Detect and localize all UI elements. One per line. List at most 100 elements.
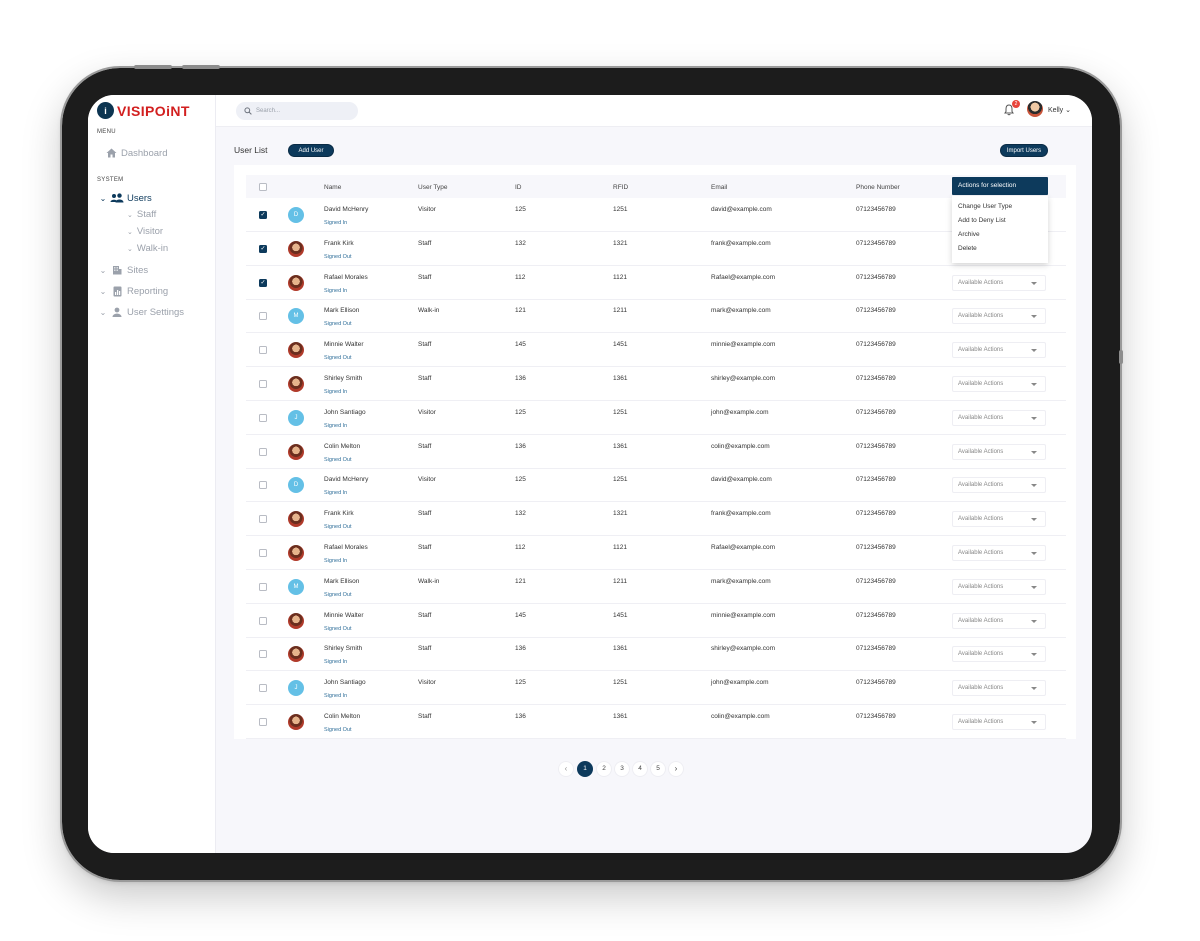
name-cell[interactable]: Mark Ellison	[324, 578, 359, 585]
bulk-actions-dropdown[interactable]: Actions for selection	[952, 177, 1048, 195]
next-page-button[interactable]: ›	[669, 762, 683, 776]
table-row[interactable]: Colin Melton Signed Out Staff 136 1361 colin@…	[246, 705, 1066, 739]
table-row[interactable]: Minnie Walter Signed Out Staff 145 1451 minni…	[246, 333, 1066, 368]
table-row[interactable]: Rafael Morales Signed In Staff 112 1121 Rafae…	[246, 536, 1066, 570]
row-checkbox[interactable]: ✓	[259, 278, 267, 287]
available-actions-select[interactable]: Available Actions	[952, 545, 1046, 561]
menu-item-change-user-type[interactable]: Change User Type	[952, 200, 1048, 214]
actions-label: Available Actions	[958, 719, 1004, 725]
name-cell[interactable]: Shirley Smith	[324, 375, 362, 382]
import-users-button[interactable]: Import Users	[1000, 144, 1048, 157]
brand-logo[interactable]: i VISIPOiNT	[97, 102, 190, 119]
available-actions-select[interactable]: Available Actions	[952, 409, 1046, 426]
name-cell[interactable]: Colin Melton	[324, 443, 360, 450]
available-actions-select[interactable]: Available Actions	[952, 680, 1046, 697]
available-actions-select[interactable]: Available Actions	[952, 477, 1046, 494]
column-header-name[interactable]: Name	[324, 184, 341, 191]
table-row[interactable]: D David McHenry Signed In Visitor 125 1251 dav…	[246, 468, 1066, 503]
search-input[interactable]: Search...	[236, 102, 358, 120]
row-checkbox[interactable]	[259, 380, 267, 388]
available-actions-select[interactable]: Available Actions	[952, 274, 1046, 291]
available-actions-select[interactable]: Available Actions	[952, 578, 1046, 595]
name-cell[interactable]: Minnie Walter	[324, 612, 364, 619]
user-menu[interactable]: Kelly ⌄	[1048, 106, 1071, 114]
table-row[interactable]: ✓ Frank Kirk Signed Out Staff 132 1321 frank@e…	[246, 232, 1066, 266]
name-cell[interactable]: Rafael Morales	[324, 274, 368, 281]
table-row[interactable]: Frank Kirk Signed Out Staff 132 1321 frank@ex…	[246, 502, 1066, 537]
table-row[interactable]: M Mark Ellison Signed Out Walk-in 121 1211 mar…	[246, 570, 1066, 604]
row-checkbox[interactable]	[259, 346, 267, 355]
name-cell[interactable]: John Santiago	[324, 679, 366, 686]
column-header-email[interactable]: Email	[711, 184, 727, 191]
available-actions-select[interactable]: Available Actions	[952, 308, 1046, 325]
add-user-button[interactable]: Add User	[288, 144, 334, 157]
name-cell[interactable]: Rafael Morales	[324, 544, 368, 551]
row-checkbox[interactable]	[259, 650, 267, 659]
sidebar-item-sites[interactable]: ⌄ Sites	[98, 264, 148, 276]
table-row[interactable]: ✓ D David McHenry Signed In Visitor 125 1251 da…	[246, 198, 1066, 232]
name-cell[interactable]: Mark Ellison	[324, 307, 359, 314]
available-actions-select[interactable]: Available Actions	[952, 342, 1046, 359]
row-checkbox[interactable]	[259, 616, 267, 625]
menu-item-archive[interactable]: Archive	[952, 228, 1048, 242]
menu-item-add-to-deny-list[interactable]: Add to Deny List	[952, 214, 1048, 228]
column-header-user-type[interactable]: User Type	[418, 184, 448, 191]
row-checkbox[interactable]: ✓	[259, 244, 267, 253]
table-row[interactable]: M Mark Ellison Signed Out Walk-in 121 1211 mar…	[246, 299, 1066, 334]
available-actions-select[interactable]: Available Actions	[952, 376, 1046, 392]
prev-page-button[interactable]: ‹	[559, 762, 573, 776]
name-cell[interactable]: David McHenry	[324, 206, 368, 213]
id-cell: 132	[515, 510, 526, 518]
table-row[interactable]: Shirley Smith Signed In Staff 136 1361 shirle…	[246, 367, 1066, 401]
sidebar-subitem-visitor[interactable]: ⌄ Visitor	[127, 226, 163, 237]
available-actions-select[interactable]: Available Actions	[952, 443, 1046, 460]
column-header-id[interactable]: ID	[515, 184, 522, 191]
sidebar-subitem-staff[interactable]: ⌄ Staff	[127, 209, 156, 220]
available-actions-select[interactable]: Available Actions	[952, 511, 1046, 528]
table-row[interactable]: Shirley Smith Signed In Staff 136 1361 shirle…	[246, 637, 1066, 672]
table-row[interactable]: J John Santiago Signed In Visitor 125 1251 joh…	[246, 401, 1066, 435]
available-actions-select[interactable]: Available Actions	[952, 612, 1046, 629]
row-checkbox[interactable]	[259, 549, 267, 557]
row-checkbox[interactable]	[259, 582, 267, 591]
sign-status: Signed Out	[324, 355, 352, 362]
available-actions-select[interactable]: Available Actions	[952, 714, 1046, 730]
row-checkbox[interactable]	[259, 515, 267, 524]
name-cell[interactable]: Minnie Walter	[324, 341, 364, 348]
sign-status: Signed Out	[324, 456, 352, 463]
name-cell[interactable]: Shirley Smith	[324, 645, 362, 652]
table-row[interactable]: ✓ Rafael Morales Signed In Staff 112 1121 Rafa…	[246, 266, 1066, 300]
email-cell: shirley@example.com	[711, 375, 776, 382]
row-checkbox[interactable]	[259, 312, 267, 321]
row-checkbox[interactable]	[259, 684, 267, 693]
page-button[interactable]: 5	[651, 762, 665, 776]
page-button[interactable]: 2	[597, 762, 611, 776]
table-row[interactable]: Minnie Walter Signed Out Staff 145 1451 minni…	[246, 604, 1066, 638]
sidebar-item-reporting[interactable]: ⌄ Reporting	[98, 285, 169, 297]
column-header-phone[interactable]: Phone Number	[856, 184, 900, 191]
column-header-rfid[interactable]: RFID	[613, 184, 628, 191]
page-button[interactable]: 3	[615, 762, 629, 776]
name-cell[interactable]: Frank Kirk	[324, 240, 354, 247]
row-checkbox[interactable]	[259, 413, 267, 422]
sidebar-item-dashboard[interactable]: Dashboard	[102, 147, 167, 159]
avatar[interactable]	[1027, 101, 1043, 117]
sidebar-item-users[interactable]: ⌄ Users	[98, 192, 152, 204]
select-all-checkbox[interactable]	[259, 183, 267, 191]
sidebar-item-user-settings[interactable]: ⌄ User Settings	[98, 306, 184, 318]
table-row[interactable]: Colin Melton Signed Out Staff 136 1361 colin@…	[246, 435, 1066, 469]
table-row[interactable]: J John Santiago Signed In Visitor 125 1251 joh…	[246, 671, 1066, 706]
name-cell[interactable]: John Santiago	[324, 409, 366, 416]
menu-item-delete[interactable]: Delete	[952, 242, 1048, 256]
row-checkbox[interactable]	[259, 481, 267, 490]
name-cell[interactable]: David McHenry	[324, 476, 368, 483]
row-checkbox[interactable]	[259, 718, 267, 726]
page-button[interactable]: 4	[633, 762, 647, 776]
row-checkbox[interactable]: ✓	[259, 211, 267, 219]
sidebar-subitem-walkin[interactable]: ⌄ Walk-in	[127, 243, 168, 254]
name-cell[interactable]: Colin Melton	[324, 713, 360, 720]
available-actions-select[interactable]: Available Actions	[952, 646, 1046, 663]
row-checkbox[interactable]	[259, 447, 267, 456]
page-button[interactable]: 1	[577, 761, 593, 777]
name-cell[interactable]: Frank Kirk	[324, 510, 354, 517]
